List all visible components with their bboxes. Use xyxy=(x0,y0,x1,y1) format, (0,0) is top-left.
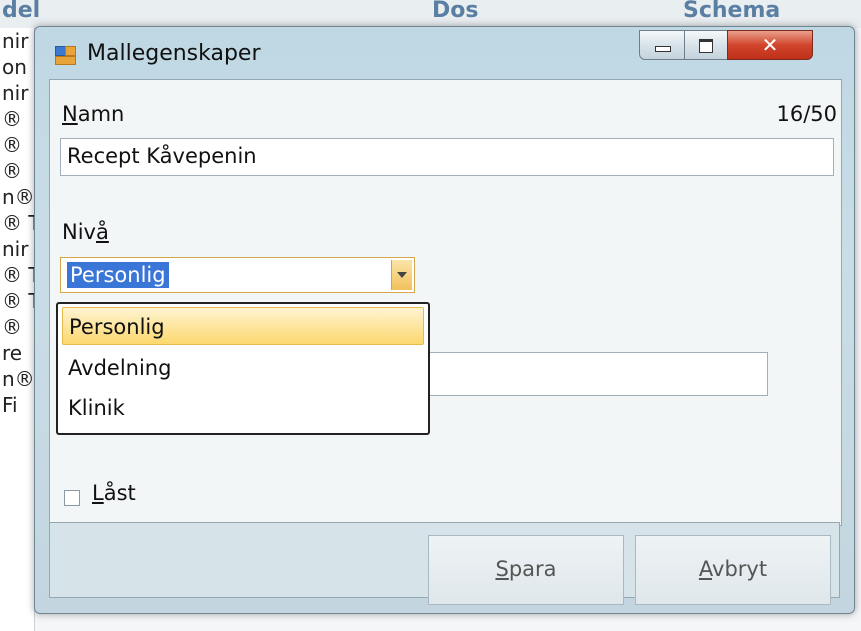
minimize-button[interactable] xyxy=(639,30,685,60)
background-grid-rows: nironnir®®®n®® Tnir® T® T®ren®Fi xyxy=(0,28,35,631)
background-grid-header: del Dos Schema xyxy=(0,0,861,28)
background-column-header: Dos xyxy=(432,0,479,23)
level-dropdown-list: Personlig Avdelning Klinik xyxy=(56,302,430,435)
level-option-personlig[interactable]: Personlig xyxy=(62,307,424,345)
dropdown-arrow-icon[interactable] xyxy=(391,260,412,290)
background-row: ® xyxy=(2,315,22,339)
background-row: ® T xyxy=(2,263,34,287)
background-column-header: Schema xyxy=(683,0,781,23)
background-row: ® xyxy=(2,159,22,183)
app-icon xyxy=(55,46,76,65)
dialog-body: Namn 16/50 Recept Kåvepenin Nivå Personl… xyxy=(49,79,842,526)
background-row: Fi xyxy=(2,393,18,417)
background-row: ® xyxy=(2,133,22,157)
cancel-button[interactable]: Avbryt xyxy=(635,535,831,605)
locked-checkbox[interactable] xyxy=(64,490,80,506)
window-title: Mallegenskaper xyxy=(87,41,261,66)
hidden-field-input[interactable] xyxy=(420,352,768,396)
level-selected-value: Personlig xyxy=(67,262,169,288)
properties-dialog: Mallegenskaper ✕ Namn 16/50 Recept Kåvep… xyxy=(34,26,855,614)
background-row: ® T xyxy=(2,211,34,235)
close-button[interactable]: ✕ xyxy=(727,30,813,60)
background-row: n® xyxy=(2,367,35,391)
level-combobox[interactable]: Personlig xyxy=(60,257,415,293)
level-option-avdelning[interactable]: Avdelning xyxy=(62,349,424,387)
maximize-icon xyxy=(699,39,713,53)
background-row: nir xyxy=(2,81,29,105)
background-column-header: del xyxy=(2,0,41,23)
background-row: n® xyxy=(2,185,35,209)
close-icon: ✕ xyxy=(761,33,779,57)
background-row: ® T xyxy=(2,289,34,313)
name-char-counter: 16/50 xyxy=(776,102,837,126)
background-row: on xyxy=(2,55,27,79)
name-input[interactable]: Recept Kåvepenin xyxy=(60,138,834,176)
background-row: re xyxy=(2,341,23,365)
level-option-klinik[interactable]: Klinik xyxy=(62,389,424,427)
background-row: nir xyxy=(2,237,29,261)
maximize-button[interactable] xyxy=(684,30,728,60)
locked-label[interactable]: Låst xyxy=(92,481,136,505)
save-button[interactable]: Spara xyxy=(428,535,624,605)
name-label: Namn xyxy=(62,102,125,126)
minimize-icon xyxy=(655,46,671,52)
background-row: nir xyxy=(2,29,29,53)
level-label: Nivå xyxy=(62,220,109,244)
background-row: ® xyxy=(2,107,22,131)
title-bar[interactable]: Mallegenskaper ✕ xyxy=(35,27,854,79)
